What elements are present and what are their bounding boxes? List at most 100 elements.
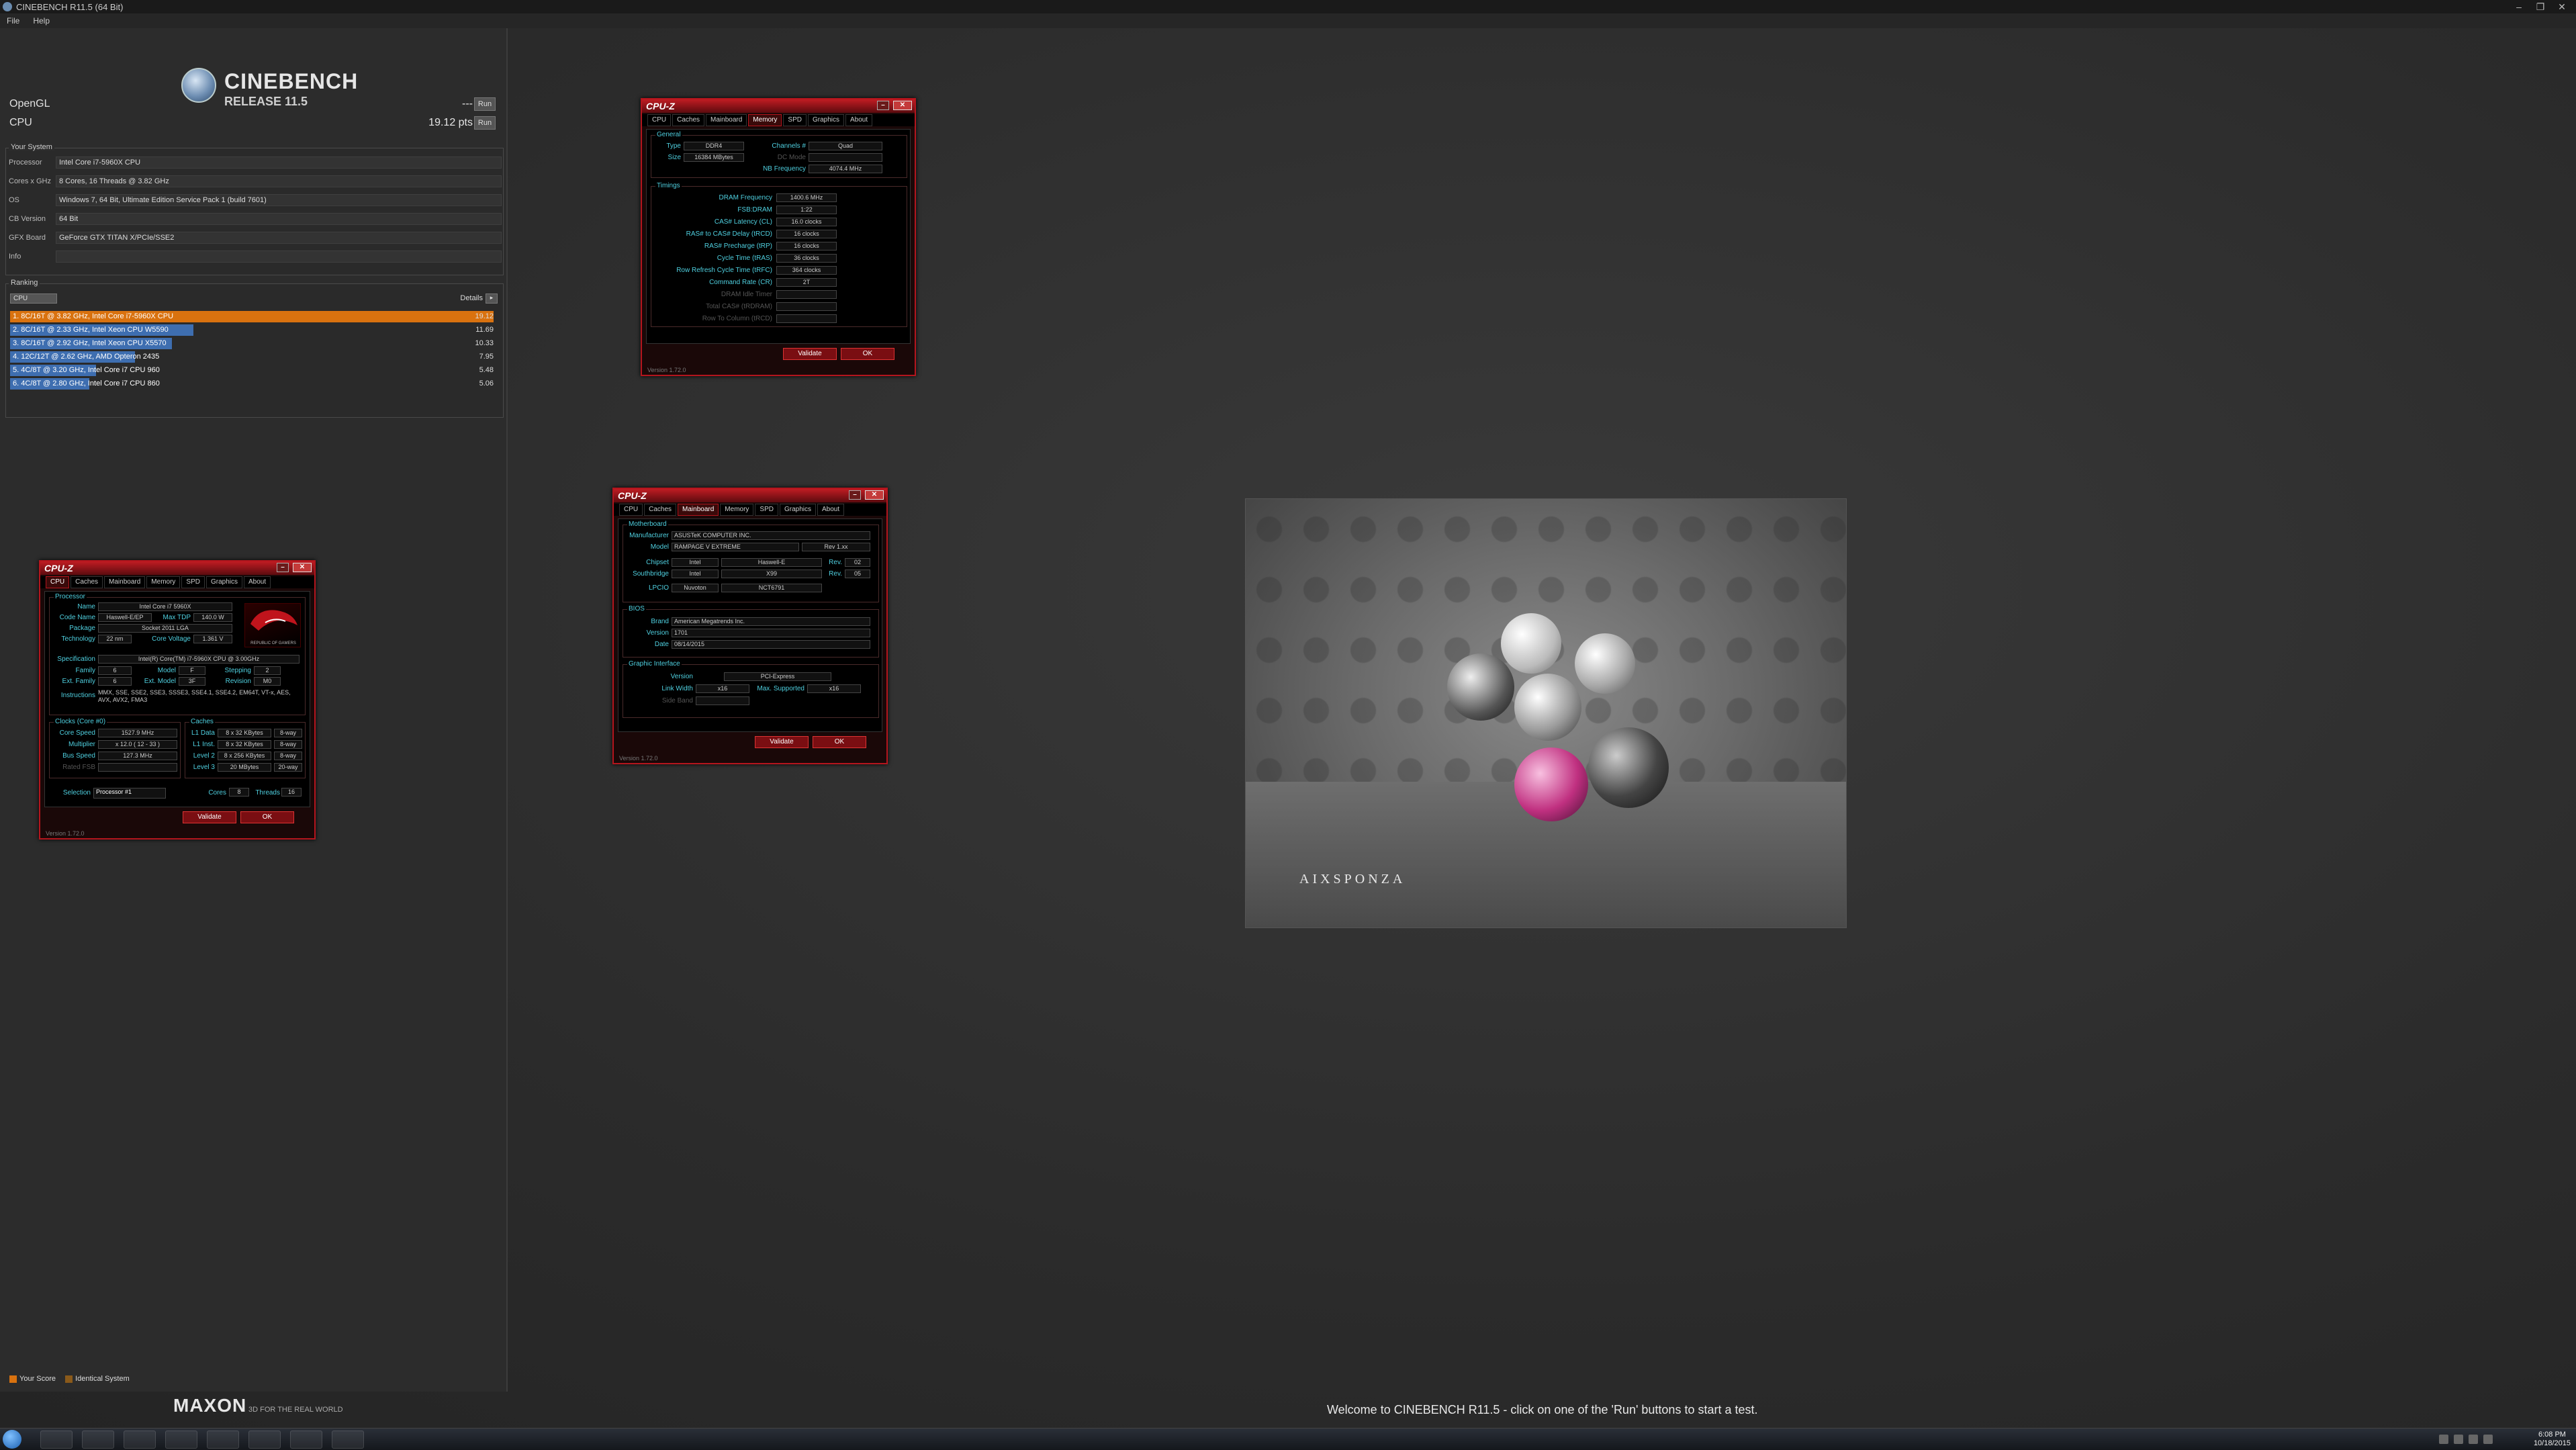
cpuz-close-button[interactable]: ✕	[893, 101, 912, 110]
render-preview-image: AIXSPONZA	[1245, 498, 1847, 928]
tab-graphics[interactable]: Graphics	[779, 504, 816, 516]
cpuz-taskbar-icon[interactable]	[165, 1431, 197, 1449]
ranking-score: 5.48	[479, 366, 494, 374]
cpuz-close-button[interactable]: ✕	[293, 563, 312, 572]
maximize-button[interactable]: ❐	[2530, 1, 2550, 13]
tab-mainboard[interactable]: Mainboard	[678, 504, 719, 516]
tab-caches[interactable]: Caches	[71, 576, 103, 588]
window-title: CINEBENCH R11.5 (64 Bit)	[16, 1, 124, 12]
explorer-taskbar-icon[interactable]	[40, 1431, 73, 1449]
tab-caches[interactable]: Caches	[672, 114, 705, 126]
timing-value	[776, 302, 837, 311]
lpcio-vendor: Nuvoton	[672, 584, 719, 592]
tab-about[interactable]: About	[244, 576, 271, 588]
nb-frequency-value: 4074.4 MHz	[809, 165, 882, 173]
l1-inst-label: L1 Inst.	[193, 741, 215, 748]
type-value: DDR4	[684, 142, 744, 150]
cpuz-minimize-button[interactable]: –	[877, 101, 889, 110]
validate-button[interactable]: Validate	[755, 736, 809, 748]
package-label: Package	[69, 625, 95, 632]
cinebench-taskbar-icon[interactable]	[332, 1431, 364, 1449]
cpu-label: CPU	[9, 117, 32, 128]
monitor-taskbar-icon[interactable]	[207, 1431, 239, 1449]
timing-value: 36 clocks	[776, 254, 837, 263]
validate-button[interactable]: Validate	[783, 348, 837, 360]
ranking-filter-select[interactable]: CPU	[10, 293, 57, 304]
ranking-bar[interactable]: 5. 4C/8T @ 3.20 GHz, Intel Core i7 CPU 9…	[10, 365, 160, 376]
ranking-bar[interactable]: 6. 4C/8T @ 2.80 GHz, Intel Core i7 CPU 8…	[10, 378, 160, 390]
app-taskbar-icon[interactable]	[124, 1431, 156, 1449]
tray-icon[interactable]	[2439, 1435, 2448, 1444]
max-tdp-value: 140.0 W	[193, 613, 232, 622]
tab-spd[interactable]: SPD	[783, 114, 807, 126]
ranking-bar[interactable]: 3. 8C/16T @ 2.92 GHz, Intel Xeon CPU X55…	[10, 338, 172, 349]
tab-spd[interactable]: SPD	[755, 504, 778, 516]
cpuz-minimize-button[interactable]: –	[849, 490, 861, 500]
menu-file[interactable]: File	[7, 16, 19, 26]
tab-memory[interactable]: Memory	[748, 114, 782, 126]
minimize-button[interactable]: –	[2509, 1, 2529, 12]
identical-swatch	[65, 1375, 73, 1383]
opengl-run-button[interactable]: Run	[474, 97, 496, 111]
tab-mainboard[interactable]: Mainboard	[104, 576, 146, 588]
your-system-box: Your System Processor Intel Core i7-5960X…	[5, 143, 504, 275]
taskbar-clock[interactable]: 6:08 PM 10/18/2015	[2534, 1431, 2571, 1448]
menu-help[interactable]: Help	[33, 16, 50, 26]
maxon-logo: MAXON	[173, 1395, 247, 1416]
model-label: Model	[650, 543, 669, 551]
ranking-score: 5.06	[479, 379, 494, 388]
tab-graphics[interactable]: Graphics	[807, 114, 844, 126]
core-speed-label: Core Speed	[59, 729, 95, 737]
tray-icon[interactable]	[2454, 1435, 2463, 1444]
threads-value: 16	[281, 788, 302, 797]
tab-cpu[interactable]: CPU	[619, 504, 643, 516]
ok-button[interactable]: OK	[813, 736, 866, 748]
cpuz-close-button[interactable]: ✕	[865, 490, 884, 500]
ranking-bar[interactable]: 4. 12C/12T @ 2.62 GHz, AMD Opteron 2435	[10, 351, 159, 363]
tab-graphics[interactable]: Graphics	[205, 576, 242, 588]
ranking-bar[interactable]: 2. 8C/16T @ 2.33 GHz, Intel Xeon CPU W55…	[10, 324, 193, 336]
cpu-run-button[interactable]: Run	[474, 116, 496, 130]
tab-caches[interactable]: Caches	[644, 504, 677, 516]
start-button-icon[interactable]	[3, 1430, 21, 1449]
tab-cpu[interactable]: CPU	[46, 576, 70, 588]
core-voltage-value: 1.361 V	[193, 635, 232, 643]
channels-value: Quad	[809, 142, 882, 150]
ext-model-label: Ext. Model	[144, 678, 176, 685]
timing-label: DRAM Frequency	[719, 194, 772, 201]
cpuz-minimize-button[interactable]: –	[277, 563, 289, 572]
stepping-value: 2	[254, 666, 281, 675]
tab-memory[interactable]: Memory	[720, 504, 754, 516]
tool-taskbar-icon[interactable]	[248, 1431, 281, 1449]
timing-label: Row Refresh Cycle Time (tRFC)	[676, 267, 772, 274]
chipset-rev-label: Rev.	[829, 559, 842, 566]
ok-button[interactable]: OK	[240, 811, 294, 823]
system-row-value: 8 Cores, 16 Threads @ 3.82 GHz	[56, 175, 502, 187]
ranking-score: 11.69	[475, 326, 494, 334]
technology-value: 22 nm	[98, 635, 132, 643]
tab-mainboard[interactable]: Mainboard	[706, 114, 747, 126]
chrome-taskbar-icon[interactable]	[82, 1431, 114, 1449]
network-icon[interactable]	[2469, 1435, 2478, 1444]
timing-label: DRAM Idle Timer	[721, 291, 772, 298]
tab-spd[interactable]: SPD	[181, 576, 205, 588]
tab-about[interactable]: About	[817, 504, 845, 516]
system-row: CB Version 64 Bit	[9, 212, 502, 226]
tab-cpu[interactable]: CPU	[647, 114, 672, 126]
details-toggle-button[interactable]: ▸	[486, 293, 498, 304]
processor-selection-dropdown[interactable]: Processor #1	[93, 788, 166, 799]
ext-family-value: 6	[98, 677, 132, 686]
ranking-bar[interactable]: 1. 8C/16T @ 3.82 GHz, Intel Core i7-5960…	[10, 311, 494, 322]
close-button[interactable]: ✕	[2552, 1, 2572, 13]
tab-memory[interactable]: Memory	[146, 576, 181, 588]
validate-button[interactable]: Validate	[183, 811, 236, 823]
cores-value: 8	[229, 788, 249, 797]
system-row: Processor Intel Core i7-5960X CPU	[9, 155, 502, 170]
tab-about[interactable]: About	[845, 114, 873, 126]
timing-value: 1:22	[776, 206, 837, 214]
volume-icon[interactable]	[2483, 1435, 2493, 1444]
cpuz-taskbar-icon-2[interactable]	[290, 1431, 322, 1449]
ok-button[interactable]: OK	[841, 348, 894, 360]
chipset-label: Chipset	[646, 559, 669, 566]
timings-label: Timings	[655, 182, 682, 189]
